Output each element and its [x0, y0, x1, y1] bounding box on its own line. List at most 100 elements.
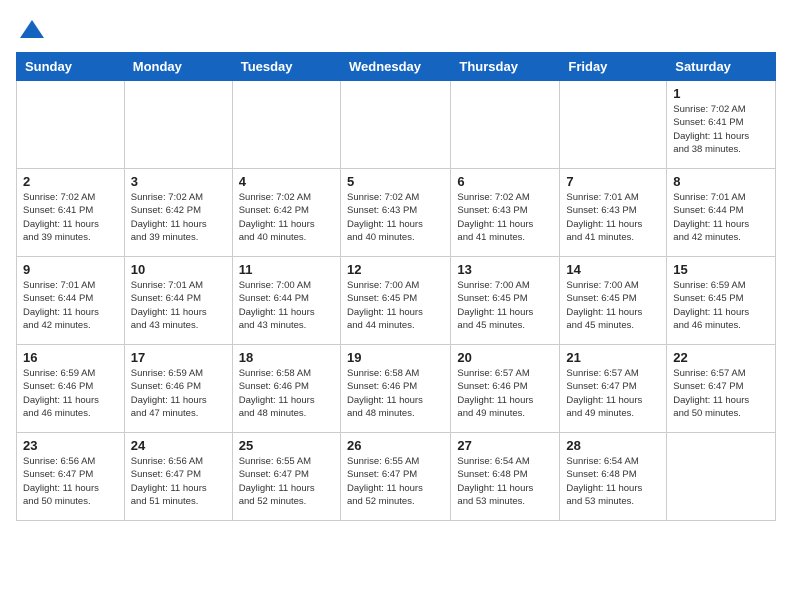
- day-cell-7: 7 Sunrise: 7:01 AM Sunset: 6:43 PM Daylig…: [560, 169, 667, 257]
- day-number: 18: [239, 350, 334, 365]
- week-row-4: 16 Sunrise: 6:59 AM Sunset: 6:46 PM Dayli…: [17, 345, 776, 433]
- day-info: Sunrise: 7:00 AM Sunset: 6:45 PM Dayligh…: [457, 279, 553, 332]
- day-number: 9: [23, 262, 118, 277]
- day-cell-20: 20 Sunrise: 6:57 AM Sunset: 6:46 PM Dayli…: [451, 345, 560, 433]
- day-number: 12: [347, 262, 444, 277]
- empty-cell: [17, 81, 125, 169]
- empty-cell: [124, 81, 232, 169]
- day-number: 2: [23, 174, 118, 189]
- day-cell-21: 21 Sunrise: 6:57 AM Sunset: 6:47 PM Dayli…: [560, 345, 667, 433]
- day-info: Sunrise: 7:01 AM Sunset: 6:43 PM Dayligh…: [566, 191, 660, 244]
- day-number: 11: [239, 262, 334, 277]
- empty-cell: [340, 81, 450, 169]
- day-info: Sunrise: 6:57 AM Sunset: 6:46 PM Dayligh…: [457, 367, 553, 420]
- week-row-3: 9 Sunrise: 7:01 AM Sunset: 6:44 PM Daylig…: [17, 257, 776, 345]
- day-number: 17: [131, 350, 226, 365]
- day-cell-6: 6 Sunrise: 7:02 AM Sunset: 6:43 PM Daylig…: [451, 169, 560, 257]
- day-info: Sunrise: 6:56 AM Sunset: 6:47 PM Dayligh…: [131, 455, 226, 508]
- day-cell-3: 3Sunrise: 7:02 AM Sunset: 6:42 PM Daylig…: [124, 169, 232, 257]
- day-cell-9: 9 Sunrise: 7:01 AM Sunset: 6:44 PM Daylig…: [17, 257, 125, 345]
- day-cell-18: 18 Sunrise: 6:58 AM Sunset: 6:46 PM Dayli…: [232, 345, 340, 433]
- weekday-header-thursday: Thursday: [451, 53, 560, 81]
- day-number: 26: [347, 438, 444, 453]
- day-number: 13: [457, 262, 553, 277]
- day-info: Sunrise: 7:01 AM Sunset: 6:44 PM Dayligh…: [23, 279, 118, 332]
- day-cell-26: 26 Sunrise: 6:55 AM Sunset: 6:47 PM Dayli…: [340, 433, 450, 521]
- day-info: Sunrise: 6:56 AM Sunset: 6:47 PM Dayligh…: [23, 455, 118, 508]
- day-number: 7: [566, 174, 660, 189]
- weekday-header-row: SundayMondayTuesdayWednesdayThursdayFrid…: [17, 53, 776, 81]
- day-number: 19: [347, 350, 444, 365]
- day-info: Sunrise: 6:58 AM Sunset: 6:46 PM Dayligh…: [239, 367, 334, 420]
- page-header: [16, 16, 776, 40]
- day-number: 23: [23, 438, 118, 453]
- day-number: 21: [566, 350, 660, 365]
- day-cell-11: 11 Sunrise: 7:00 AM Sunset: 6:44 PM Dayli…: [232, 257, 340, 345]
- week-row-5: 23 Sunrise: 6:56 AM Sunset: 6:47 PM Dayli…: [17, 433, 776, 521]
- day-cell-28: 28 Sunrise: 6:54 AM Sunset: 6:48 PM Dayli…: [560, 433, 667, 521]
- empty-cell: [451, 81, 560, 169]
- day-number: 6: [457, 174, 553, 189]
- day-number: 25: [239, 438, 334, 453]
- day-cell-16: 16 Sunrise: 6:59 AM Sunset: 6:46 PM Dayli…: [17, 345, 125, 433]
- day-cell-22: 22Sunrise: 6:57 AM Sunset: 6:47 PM Dayli…: [667, 345, 776, 433]
- day-number: 10: [131, 262, 226, 277]
- day-number: 20: [457, 350, 553, 365]
- day-cell-27: 27 Sunrise: 6:54 AM Sunset: 6:48 PM Dayli…: [451, 433, 560, 521]
- day-info: Sunrise: 6:54 AM Sunset: 6:48 PM Dayligh…: [566, 455, 660, 508]
- weekday-header-saturday: Saturday: [667, 53, 776, 81]
- day-number: 1: [673, 86, 769, 101]
- day-number: 27: [457, 438, 553, 453]
- day-cell-19: 19 Sunrise: 6:58 AM Sunset: 6:46 PM Dayli…: [340, 345, 450, 433]
- day-cell-8: 8Sunrise: 7:01 AM Sunset: 6:44 PM Daylig…: [667, 169, 776, 257]
- day-info: Sunrise: 7:02 AM Sunset: 6:41 PM Dayligh…: [23, 191, 118, 244]
- day-info: Sunrise: 6:55 AM Sunset: 6:47 PM Dayligh…: [239, 455, 334, 508]
- weekday-header-tuesday: Tuesday: [232, 53, 340, 81]
- day-info: Sunrise: 6:59 AM Sunset: 6:46 PM Dayligh…: [131, 367, 226, 420]
- empty-cell: [560, 81, 667, 169]
- day-cell-5: 5 Sunrise: 7:02 AM Sunset: 6:43 PM Daylig…: [340, 169, 450, 257]
- day-cell-13: 13 Sunrise: 7:00 AM Sunset: 6:45 PM Dayli…: [451, 257, 560, 345]
- day-number: 5: [347, 174, 444, 189]
- weekday-header-wednesday: Wednesday: [340, 53, 450, 81]
- calendar-table: SundayMondayTuesdayWednesdayThursdayFrid…: [16, 52, 776, 521]
- day-number: 15: [673, 262, 769, 277]
- day-cell-23: 23 Sunrise: 6:56 AM Sunset: 6:47 PM Dayli…: [17, 433, 125, 521]
- day-number: 4: [239, 174, 334, 189]
- week-row-1: 1 Sunrise: 7:02 AM Sunset: 6:41 PM Daylig…: [17, 81, 776, 169]
- day-number: 8: [673, 174, 769, 189]
- day-info: Sunrise: 7:02 AM Sunset: 6:43 PM Dayligh…: [457, 191, 553, 244]
- day-cell-25: 25 Sunrise: 6:55 AM Sunset: 6:47 PM Dayli…: [232, 433, 340, 521]
- weekday-header-friday: Friday: [560, 53, 667, 81]
- day-info: Sunrise: 7:00 AM Sunset: 6:44 PM Dayligh…: [239, 279, 334, 332]
- day-number: 24: [131, 438, 226, 453]
- day-info: Sunrise: 6:59 AM Sunset: 6:45 PM Dayligh…: [673, 279, 769, 332]
- day-cell-12: 12 Sunrise: 7:00 AM Sunset: 6:45 PM Dayli…: [340, 257, 450, 345]
- empty-cell: [667, 433, 776, 521]
- day-cell-15: 15 Sunrise: 6:59 AM Sunset: 6:45 PM Dayli…: [667, 257, 776, 345]
- day-cell-4: 4Sunrise: 7:02 AM Sunset: 6:42 PM Daylig…: [232, 169, 340, 257]
- weekday-header-monday: Monday: [124, 53, 232, 81]
- day-info: Sunrise: 7:02 AM Sunset: 6:43 PM Dayligh…: [347, 191, 444, 244]
- day-info: Sunrise: 7:00 AM Sunset: 6:45 PM Dayligh…: [347, 279, 444, 332]
- day-info: Sunrise: 6:54 AM Sunset: 6:48 PM Dayligh…: [457, 455, 553, 508]
- empty-cell: [232, 81, 340, 169]
- day-info: Sunrise: 6:59 AM Sunset: 6:46 PM Dayligh…: [23, 367, 118, 420]
- day-number: 3: [131, 174, 226, 189]
- logo: [16, 16, 46, 40]
- day-cell-24: 24 Sunrise: 6:56 AM Sunset: 6:47 PM Dayli…: [124, 433, 232, 521]
- day-info: Sunrise: 6:57 AM Sunset: 6:47 PM Dayligh…: [673, 367, 769, 420]
- day-info: Sunrise: 6:55 AM Sunset: 6:47 PM Dayligh…: [347, 455, 444, 508]
- week-row-2: 2 Sunrise: 7:02 AM Sunset: 6:41 PM Daylig…: [17, 169, 776, 257]
- day-cell-1: 1 Sunrise: 7:02 AM Sunset: 6:41 PM Daylig…: [667, 81, 776, 169]
- day-cell-2: 2 Sunrise: 7:02 AM Sunset: 6:41 PM Daylig…: [17, 169, 125, 257]
- day-info: Sunrise: 6:58 AM Sunset: 6:46 PM Dayligh…: [347, 367, 444, 420]
- day-number: 16: [23, 350, 118, 365]
- day-cell-17: 17 Sunrise: 6:59 AM Sunset: 6:46 PM Dayli…: [124, 345, 232, 433]
- day-info: Sunrise: 7:02 AM Sunset: 6:41 PM Dayligh…: [673, 103, 769, 156]
- day-cell-14: 14Sunrise: 7:00 AM Sunset: 6:45 PM Dayli…: [560, 257, 667, 345]
- day-cell-10: 10Sunrise: 7:01 AM Sunset: 6:44 PM Dayli…: [124, 257, 232, 345]
- weekday-header-sunday: Sunday: [17, 53, 125, 81]
- day-number: 28: [566, 438, 660, 453]
- day-info: Sunrise: 6:57 AM Sunset: 6:47 PM Dayligh…: [566, 367, 660, 420]
